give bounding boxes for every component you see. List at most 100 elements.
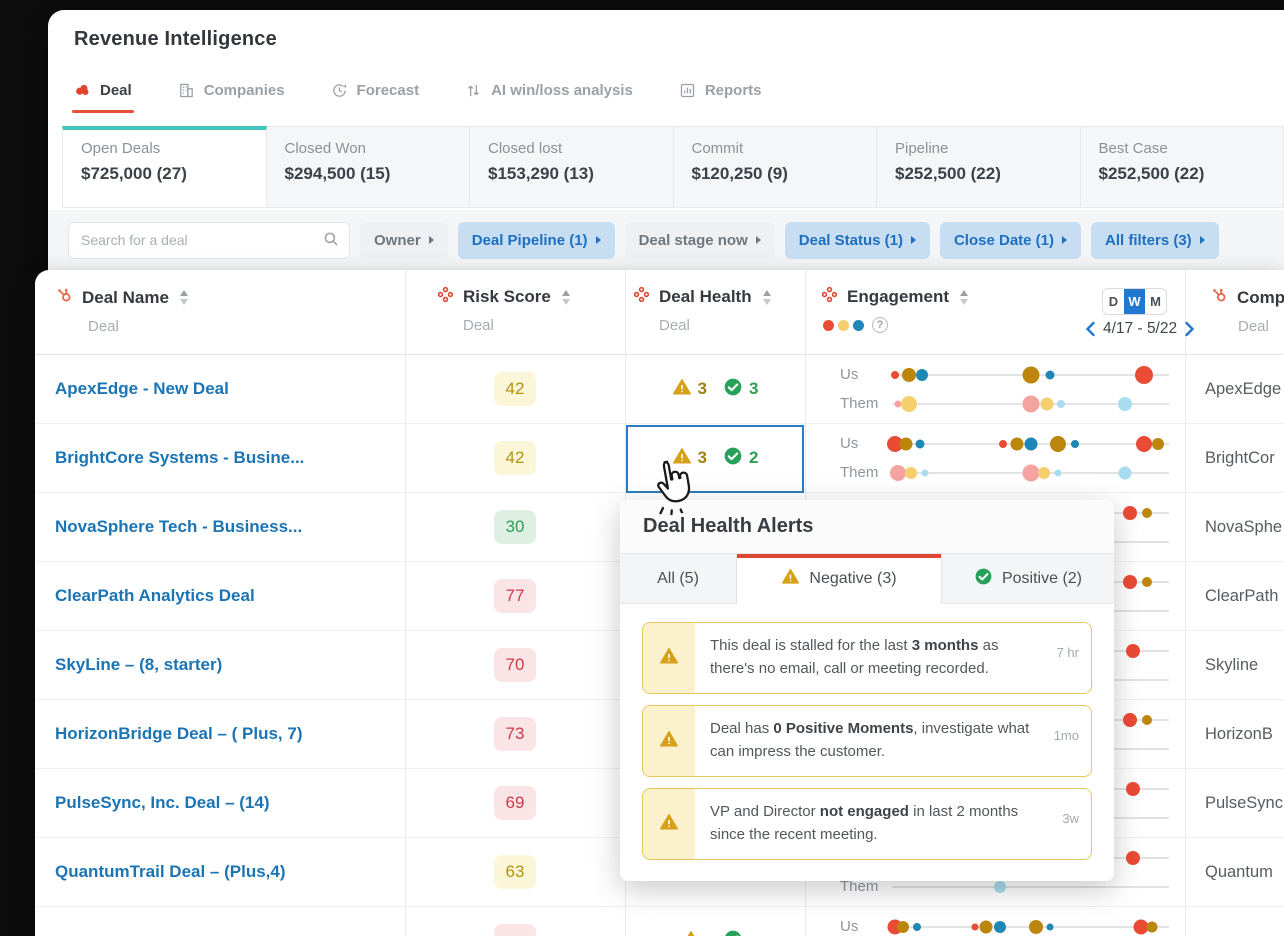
column-title: Deal Name xyxy=(82,287,169,307)
period-option-week[interactable]: W xyxy=(1124,289,1145,314)
engagement-dot[interactable] xyxy=(1123,712,1138,727)
column-header-engagement[interactable]: Engagement ? xyxy=(821,286,969,333)
engagement-dot[interactable] xyxy=(890,370,899,379)
engagement-dot[interactable] xyxy=(994,920,1007,933)
engagement-dot[interactable] xyxy=(921,469,929,476)
filter-all-filters[interactable]: All filters (3) xyxy=(1091,221,1219,259)
summary-card-closed-lost[interactable]: Closed lost $153,290 (13) xyxy=(470,126,674,208)
warning-icon xyxy=(659,646,679,671)
engagement-dot[interactable] xyxy=(1135,365,1154,384)
engagement-dot[interactable] xyxy=(1038,466,1051,479)
engagement-dot[interactable] xyxy=(1141,507,1152,518)
period-option-month[interactable]: M xyxy=(1145,289,1166,314)
sort-icon[interactable] xyxy=(561,289,570,305)
tab-ai-winloss[interactable]: AI win/loss analysis xyxy=(465,82,633,113)
engagement-dot[interactable] xyxy=(916,368,929,381)
engagement-dot[interactable] xyxy=(1125,850,1140,865)
popup-tab-all[interactable]: All (5) xyxy=(620,554,737,604)
engagement-dot[interactable] xyxy=(897,920,910,933)
engagement-dot[interactable] xyxy=(1029,919,1044,934)
engagement-dot[interactable] xyxy=(971,923,979,930)
deal-name-link[interactable]: SkyLine – (8, starter) xyxy=(55,655,222,675)
tab-companies[interactable]: Companies xyxy=(178,82,285,113)
tab-deal[interactable]: Deal xyxy=(72,82,134,113)
deal-name-link[interactable]: BrightCore Systems - Busine... xyxy=(55,448,304,468)
alert-card[interactable]: VP and Director not engaged in last 2 mo… xyxy=(642,788,1092,860)
engagement-dot[interactable] xyxy=(1136,435,1153,452)
engagement-dot[interactable] xyxy=(1125,643,1140,658)
alert-card[interactable]: This deal is stalled for the last 3 mont… xyxy=(642,622,1092,694)
summary-card-open-deals[interactable]: Open Deals $725,000 (27) xyxy=(62,126,267,208)
search-input[interactable] xyxy=(68,221,350,259)
engagement-dot[interactable] xyxy=(1056,399,1065,408)
deal-name-link[interactable]: ClearPath Analytics Deal xyxy=(55,586,255,606)
sort-icon[interactable] xyxy=(960,289,969,305)
engagement-dot[interactable] xyxy=(1045,370,1055,379)
column-header-risk-score[interactable]: Risk Score Deal xyxy=(437,286,570,334)
period-option-day[interactable]: D xyxy=(1103,289,1124,314)
sort-icon[interactable] xyxy=(179,290,188,305)
filter-owner[interactable]: Owner xyxy=(360,221,448,259)
engagement-dot[interactable] xyxy=(1123,505,1138,520)
engagement-dot[interactable] xyxy=(1022,366,1039,383)
engagement-dot[interactable] xyxy=(1040,397,1054,410)
deal-health-cell[interactable]: 33 xyxy=(625,355,805,423)
engagement-dot[interactable] xyxy=(1046,923,1054,930)
deal-name-link[interactable]: PulseSync, Inc. Deal – (14) xyxy=(55,793,269,813)
engagement-dot[interactable] xyxy=(1125,781,1140,796)
deal-search xyxy=(68,221,350,259)
engagement-dot[interactable] xyxy=(912,922,921,931)
engagement-dot[interactable] xyxy=(905,466,918,479)
engagement-dot[interactable] xyxy=(1022,395,1039,412)
filter-all-filters-label: All filters (3) xyxy=(1105,231,1192,249)
popup-tab-positive[interactable]: Positive (2) xyxy=(942,554,1114,604)
engagement-dot[interactable] xyxy=(1123,574,1138,589)
filter-deal-status[interactable]: Deal Status (1) xyxy=(784,221,930,259)
engagement-dot[interactable] xyxy=(1024,437,1037,450)
column-header-deal-health[interactable]: Deal Health Deal xyxy=(633,286,771,334)
engagement-dot[interactable] xyxy=(1050,435,1067,452)
check-icon xyxy=(723,377,743,402)
deal-name-link[interactable]: QuantumTrail Deal – (Plus,4) xyxy=(55,862,286,882)
engagement-dot[interactable] xyxy=(1151,437,1164,450)
sort-icon[interactable] xyxy=(762,289,771,305)
filter-deal-stage[interactable]: Deal stage now xyxy=(624,221,775,259)
caret-icon xyxy=(595,236,601,244)
engagement-dot[interactable] xyxy=(979,920,993,933)
summary-card-closed-won[interactable]: Closed Won $294,500 (15) xyxy=(266,126,470,208)
tab-forecast[interactable]: Forecast xyxy=(331,82,419,113)
engagement-dot[interactable] xyxy=(901,367,916,382)
deal-name-link[interactable]: ApexEdge - New Deal xyxy=(55,379,229,399)
engagement-dot[interactable] xyxy=(1141,576,1152,587)
engagement-dot[interactable] xyxy=(1070,439,1079,448)
popup-tab-negative[interactable]: Negative (3) xyxy=(737,554,942,604)
tab-reports[interactable]: Reports xyxy=(679,82,762,113)
chevron-right-icon[interactable] xyxy=(1184,321,1195,337)
chevron-left-icon[interactable] xyxy=(1085,321,1096,337)
engagement-dot[interactable] xyxy=(889,464,906,481)
summary-card-pipeline[interactable]: Pipeline $252,500 (22) xyxy=(877,126,1081,208)
filter-deal-pipeline[interactable]: Deal Pipeline (1) xyxy=(457,221,615,259)
deal-health-cell[interactable] xyxy=(625,907,805,936)
engagement-dot[interactable] xyxy=(1146,921,1158,932)
filter-close-date[interactable]: Close Date (1) xyxy=(939,221,1081,259)
engagement-dot[interactable] xyxy=(915,439,925,448)
engagement-dot[interactable] xyxy=(1010,437,1024,450)
engagement-dot[interactable] xyxy=(1141,714,1152,725)
engagement-dot[interactable] xyxy=(899,437,913,450)
engagement-dot[interactable] xyxy=(900,395,917,412)
engagement-dot[interactable] xyxy=(998,439,1007,448)
help-icon[interactable]: ? xyxy=(872,317,888,333)
engagement-dot[interactable] xyxy=(1117,396,1132,411)
deal-name-link[interactable]: NovaSphere Tech - Business... xyxy=(55,517,302,537)
engagement-dot[interactable] xyxy=(1054,469,1062,476)
summary-card-commit[interactable]: Commit $120,250 (9) xyxy=(673,126,877,208)
column-header-companies[interactable]: Comp Deal xyxy=(1210,286,1284,335)
engagement-dot[interactable] xyxy=(1118,466,1132,479)
alert-card[interactable]: Deal has 0 Positive Moments, investigate… xyxy=(642,705,1092,777)
column-header-deal-name[interactable]: Deal Name Deal xyxy=(55,286,188,335)
engagement-dot[interactable] xyxy=(1022,464,1039,481)
engagement-dot[interactable] xyxy=(994,880,1007,893)
summary-card-best-case[interactable]: Best Case $252,500 (22) xyxy=(1080,126,1284,208)
deal-name-link[interactable]: HorizonBridge Deal – ( Plus, 7) xyxy=(55,724,303,744)
